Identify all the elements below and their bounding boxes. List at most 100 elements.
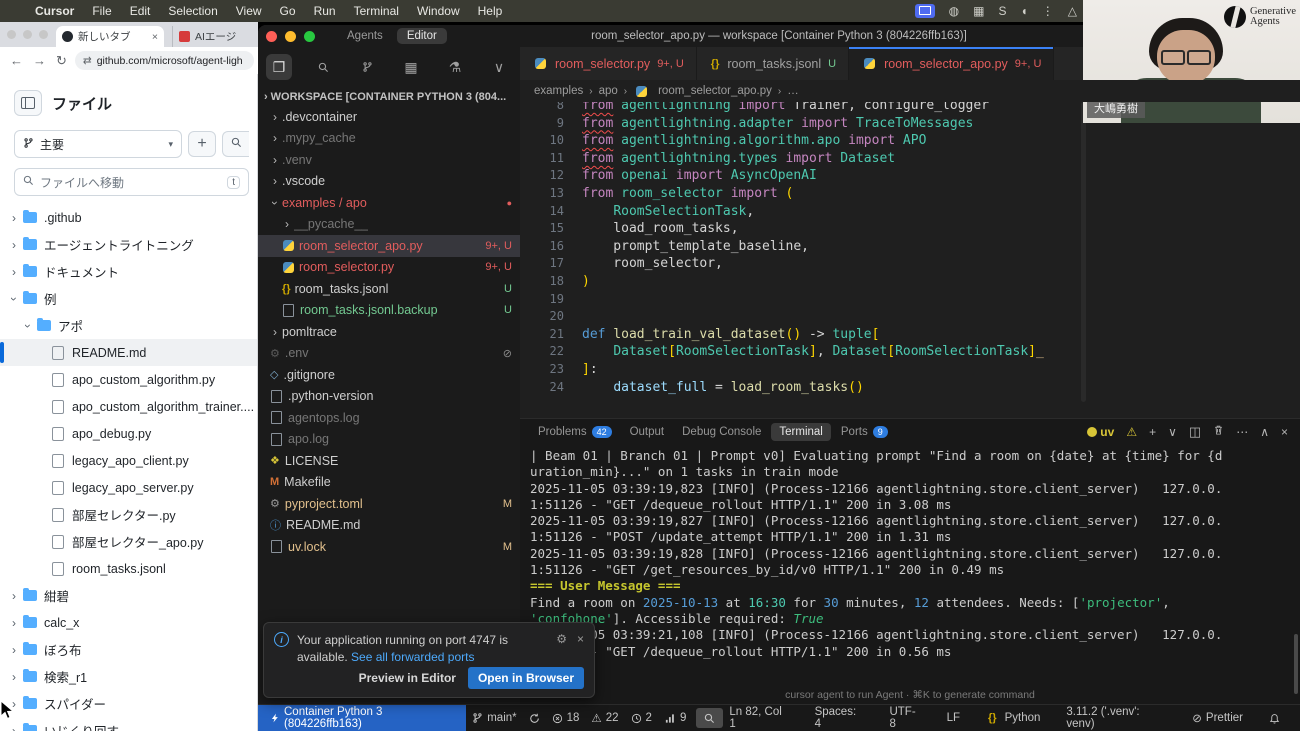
explorer-item[interactable]: ›.mypy_cache — [258, 128, 520, 150]
explorer-item[interactable]: agentops.log — [258, 407, 520, 429]
more-icon[interactable]: ⋯ — [1236, 425, 1248, 439]
preview-in-editor-button[interactable]: Preview in Editor — [359, 671, 456, 685]
gh-tree-file-row[interactable]: apo_custom_algorithm_trainer.... — [0, 393, 257, 420]
explorer-item[interactable]: ›.devcontainer — [258, 106, 520, 128]
gh-tree-folder-row[interactable]: ›スパイダー — [0, 690, 257, 717]
menu-item-view[interactable]: View — [227, 4, 271, 18]
workspace-header[interactable]: › WORKSPACE [CONTAINER PYTHON 3 (804... — [258, 87, 520, 106]
gh-tree-file-row[interactable]: apo_debug.py — [0, 420, 257, 447]
collapse-panel-button[interactable] — [14, 90, 42, 116]
zoom-window-button[interactable] — [304, 31, 315, 42]
explorer-item[interactable]: room_tasks.jsonl.backupU — [258, 300, 520, 322]
speaker-icon[interactable]: ◖ — [1021, 4, 1028, 18]
globe-icon[interactable]: ◍ — [949, 4, 959, 18]
explorer-item[interactable]: room_selector_apo.py9+, U — [258, 235, 520, 257]
gear-icon[interactable]: ⚙ — [556, 632, 567, 667]
close-icon[interactable]: × — [1281, 425, 1288, 439]
status-item[interactable] — [523, 705, 546, 731]
panel-tab-output[interactable]: Output — [622, 423, 673, 441]
status-item-22[interactable]: ⚠22 — [585, 705, 624, 731]
status-item[interactable] — [696, 708, 723, 728]
window-control[interactable] — [39, 30, 48, 39]
reload-icon[interactable]: ↻ — [56, 53, 67, 69]
gh-tree-folder-row[interactable]: ›ドキュメント — [0, 258, 257, 285]
explorer-item[interactable]: ⚙.env⊘ — [258, 343, 520, 365]
terminal-scrollbar[interactable] — [1294, 634, 1298, 694]
status-item[interactable] — [1263, 705, 1286, 731]
explorer-item[interactable]: ❖LICENSE — [258, 450, 520, 472]
explorer-item[interactable]: ›.venv — [258, 149, 520, 171]
browser-tab-new-tab[interactable]: 新しいタブ × — [56, 26, 164, 47]
search-icon[interactable] — [310, 54, 336, 80]
status-item-3.11.2[interactable]: 3.11.2 ('.venv': venv) — [1060, 705, 1172, 731]
chevron-up-icon[interactable]: ∧ — [1260, 425, 1269, 439]
status-item-9[interactable]: 9 — [658, 705, 692, 731]
forward-icon[interactable]: → — [33, 53, 46, 68]
panel-tab-problems[interactable]: Problems42 — [530, 423, 620, 441]
panel-tab-ports[interactable]: Ports9 — [833, 423, 896, 441]
window-tab-editor[interactable]: Editor — [397, 28, 447, 44]
testing-icon[interactable]: ⚗ — [442, 54, 468, 80]
gh-tree-folder-row[interactable]: ›アポ — [0, 312, 257, 339]
gh-tree-file-row[interactable]: legacy_apo_client.py — [0, 447, 257, 474]
code-view[interactable]: 8from agentlightning import Trainer, con… — [520, 97, 1300, 418]
explorer-item[interactable]: .python-version — [258, 386, 520, 408]
explorer-item[interactable]: ›examples / apo● — [258, 192, 520, 214]
menu-item-selection[interactable]: Selection — [159, 4, 226, 18]
breadcrumb-segment[interactable]: examples — [534, 85, 583, 97]
status-item-spaces:[interactable]: Spaces: 4 — [809, 705, 870, 731]
see-forwarded-ports-link[interactable]: See all forwarded ports — [351, 650, 474, 664]
explorer-icon[interactable]: ❐ — [266, 54, 292, 80]
gh-tree-file-row[interactable]: 部屋セレクター.py — [0, 501, 257, 528]
explorer-item[interactable]: ›pomltrace — [258, 321, 520, 343]
window-control[interactable] — [7, 30, 16, 39]
source-control-icon[interactable] — [354, 54, 380, 80]
breadcrumb-segment[interactable]: … — [787, 85, 799, 97]
editor-tab-room_selector.py[interactable]: room_selector.py9+, U — [520, 47, 697, 80]
status-item-18[interactable]: 18 — [546, 705, 586, 731]
close-icon[interactable]: × — [577, 632, 584, 667]
explorer-item[interactable]: room_selector.py9+, U — [258, 257, 520, 279]
explorer-item[interactable]: ⓘREADME.md — [258, 515, 520, 537]
chevron-down-icon[interactable]: ∨ — [486, 54, 512, 80]
gh-tree-file-row[interactable]: room_tasks.jsonl — [0, 555, 257, 582]
editor-tab-room_tasks.jsonl[interactable]: {}room_tasks.jsonlU — [697, 47, 849, 80]
open-in-browser-button[interactable]: Open in Browser — [468, 667, 584, 689]
kebab-icon[interactable]: ⋮ — [1042, 4, 1054, 18]
gh-tree-folder-row[interactable]: ›.github — [0, 204, 257, 231]
gh-tree-folder-row[interactable]: ›紺碧 — [0, 582, 257, 609]
tab-close-icon[interactable]: × — [152, 31, 158, 43]
gh-tree-folder-row[interactable]: ›いじくり回す — [0, 717, 257, 731]
editor-tab-room_selector_apo.py[interactable]: room_selector_apo.py9+, U — [849, 47, 1054, 80]
go-to-file-input[interactable]: ファイルへ移動 t — [14, 168, 249, 196]
breadcrumb-segment[interactable]: apo — [599, 85, 618, 97]
menu-item-cursor[interactable]: Cursor — [26, 4, 83, 18]
status-item-utf-8[interactable]: UTF-8 — [883, 705, 926, 731]
chevron-down-icon[interactable]: ∨ — [1168, 425, 1177, 439]
menu-item-terminal[interactable]: Terminal — [345, 4, 408, 18]
extensions-icon[interactable]: ▦ — [398, 54, 424, 80]
address-bar[interactable]: ⇄ github.com/microsoft/agent-ligh — [75, 51, 254, 70]
gh-tree-file-row[interactable]: apo_custom_algorithm.py — [0, 366, 257, 393]
gh-tree-folder-row[interactable]: ›エージェントライトニング — [0, 231, 257, 258]
plus-icon[interactable]: + — [1149, 425, 1156, 439]
gh-tree-folder-row[interactable]: ›例 — [0, 285, 257, 312]
gh-tree-folder-row[interactable]: ›検索_r1 — [0, 663, 257, 690]
menu-item-file[interactable]: File — [83, 4, 120, 18]
split-terminal-icon[interactable]: ◫ — [1189, 424, 1201, 440]
status-item-2[interactable]: 2 — [625, 705, 658, 731]
explorer-item[interactable]: apo.log — [258, 429, 520, 451]
explorer-item[interactable]: {}room_tasks.jsonlU — [258, 278, 520, 300]
status-item-container[interactable]: Container Python 3 (804226ffb163) — [258, 705, 466, 731]
status-item-ln[interactable]: Ln 82, Col 1 — [723, 705, 794, 731]
site-info-icon[interactable]: ⇄ — [83, 55, 92, 67]
menu-item-run[interactable]: Run — [305, 4, 345, 18]
explorer-item[interactable]: ⚙pyproject.tomlM — [258, 493, 520, 515]
browser-tab-ai-agent[interactable]: AIエージ — [172, 26, 243, 47]
trash-icon[interactable] — [1213, 424, 1224, 439]
menu-item-go[interactable]: Go — [271, 4, 305, 18]
breadcrumb[interactable]: examples›apo›room_selector_apo.py›… — [520, 80, 1300, 102]
gh-tree-file-row[interactable]: README.md — [0, 339, 257, 366]
window-control[interactable] — [23, 30, 32, 39]
status-item-python[interactable]: {}Python — [980, 705, 1046, 731]
